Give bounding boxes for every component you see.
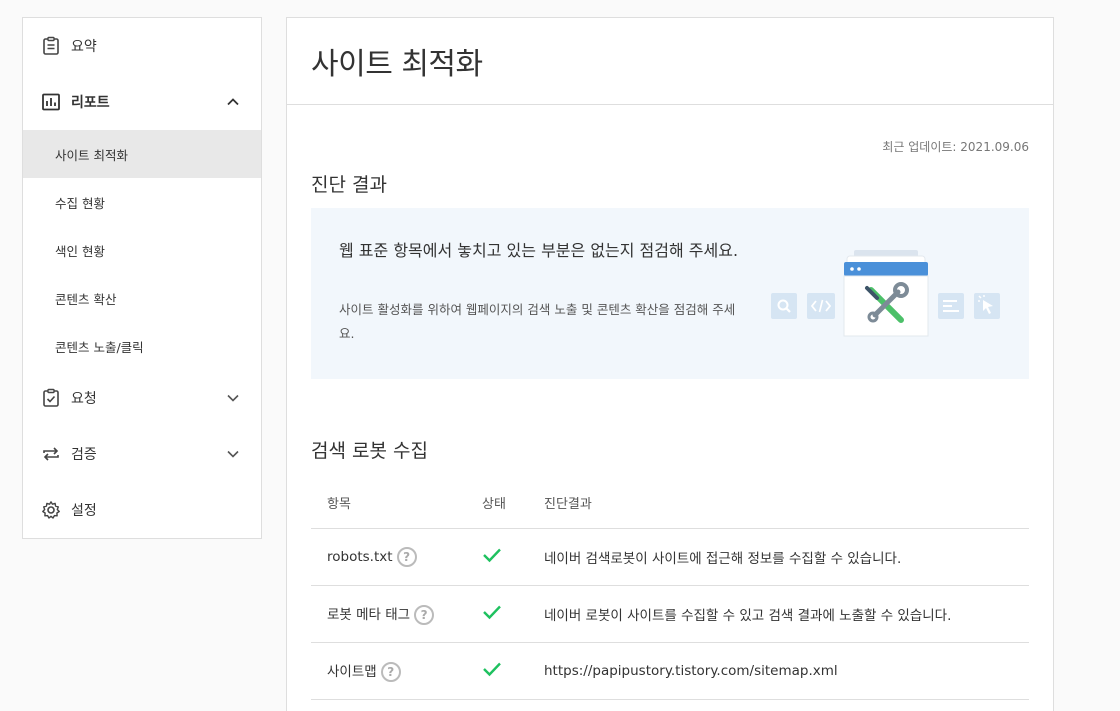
- diagnosis-banner: 웹 표준 항목에서 놓치고 있는 부분은 없는지 점검해 주세요. 사이트 활성…: [311, 208, 1029, 379]
- row-item-label: 사이트맵: [327, 663, 377, 680]
- nav-settings-label: 설정: [71, 503, 97, 519]
- main-header: 사이트 최적화: [287, 18, 1053, 105]
- table-row: 로봇 메타 태그? 네이버 로봇이 사이트를 수집할 수 있고 검색 결과에 노…: [311, 585, 1029, 643]
- sidebar: 요약 리포트 사이트 최적화 수집 현황 색인 현황 콘텐츠 확산 콘텐츠 노출…: [22, 17, 262, 539]
- web-check-illustration: [771, 250, 1000, 337]
- col-status: 상태: [466, 478, 528, 529]
- col-result: 진단결과: [528, 478, 1029, 529]
- sub-content-spread[interactable]: 콘텐츠 확산: [23, 274, 261, 322]
- table-row: robots.txt? 네이버 검색로봇이 사이트에 접근해 정보를 수집할 수…: [311, 528, 1029, 586]
- status-check-icon: [466, 585, 528, 643]
- table-header-row: 항목 상태 진단결과: [311, 478, 1029, 529]
- robot-crawl-table: 항목 상태 진단결과 robots.txt? 네이버 검색로봇이 사이트에 접근…: [311, 478, 1029, 700]
- status-check-icon: [466, 528, 528, 586]
- diagnosis-title: 진단 결과: [311, 174, 387, 196]
- nav-summary[interactable]: 요약: [23, 18, 261, 74]
- row-item: 사이트맵?: [311, 642, 466, 700]
- row-result: 네이버 검색로봇이 사이트에 접근해 정보를 수집할 수 있습니다.: [528, 528, 1029, 586]
- chevron-up-icon[interactable]: [225, 94, 241, 110]
- last-updated: 최근 업데이트: 2021.09.06: [882, 140, 1029, 154]
- nav-request[interactable]: 요청: [23, 370, 261, 426]
- page-title: 사이트 최적화: [311, 47, 483, 82]
- row-item: 로봇 메타 태그?: [311, 585, 466, 643]
- help-icon[interactable]: ?: [414, 604, 435, 625]
- nav-settings[interactable]: 설정: [23, 482, 261, 538]
- row-result: https://papipustory.tistory.com/sitemap.…: [528, 642, 1029, 700]
- row-result: 네이버 로봇이 사이트를 수집할 수 있고 검색 결과에 노출할 수 있습니다.: [528, 585, 1029, 643]
- robot-crawl-title: 검색 로봇 수집: [311, 440, 428, 462]
- row-item: robots.txt?: [311, 528, 466, 586]
- banner-desc: 사이트 활성화를 위하여 웹페이지의 검색 노출 및 콘텐츠 확산을 점검해 주…: [339, 302, 736, 341]
- sub-index-status[interactable]: 색인 현황: [23, 226, 261, 274]
- repeat-icon: [40, 443, 62, 465]
- nav-verify[interactable]: 검증: [23, 426, 261, 482]
- help-icon[interactable]: ?: [380, 661, 401, 682]
- main-panel: 사이트 최적화 최근 업데이트: 2021.09.06 진단 결과 웹 표준 항…: [286, 17, 1054, 711]
- clipboard-icon: [40, 35, 62, 57]
- nav-report[interactable]: 리포트: [23, 74, 261, 130]
- nav-verify-label: 검증: [71, 447, 97, 463]
- status-check-icon: [466, 642, 528, 700]
- chevron-down-icon[interactable]: [225, 446, 241, 462]
- chevron-down-icon[interactable]: [225, 390, 241, 406]
- sub-content-exposure[interactable]: 콘텐츠 노출/클릭: [23, 322, 261, 370]
- gear-icon: [40, 499, 62, 521]
- banner-title: 웹 표준 항목에서 놓치고 있는 부분은 없는지 점검해 주세요.: [339, 241, 739, 260]
- checklist-icon: [40, 387, 62, 409]
- table-row: 사이트맵? https://papipustory.tistory.com/si…: [311, 642, 1029, 700]
- sub-site-optimization[interactable]: 사이트 최적화: [23, 130, 261, 178]
- row-item-label: 로봇 메타 태그: [327, 606, 411, 623]
- nav-report-label: 리포트: [71, 95, 110, 111]
- sub-crawl-status[interactable]: 수집 현황: [23, 178, 261, 226]
- row-item-label: robots.txt: [327, 548, 393, 565]
- bar-chart-icon: [40, 91, 62, 113]
- nav-summary-label: 요약: [71, 39, 97, 55]
- search-icon: [771, 293, 797, 319]
- col-item: 항목: [311, 478, 466, 529]
- help-icon[interactable]: ?: [396, 546, 417, 567]
- nav-request-label: 요청: [71, 391, 97, 407]
